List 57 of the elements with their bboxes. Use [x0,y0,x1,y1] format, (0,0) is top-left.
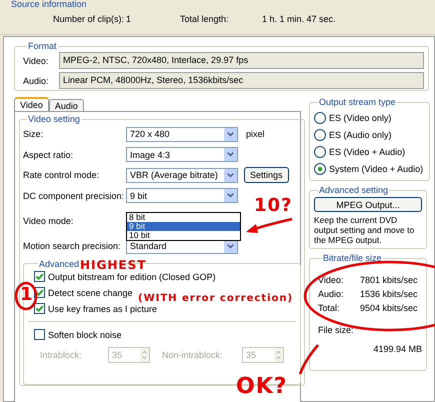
section-legend: Source information [11,0,87,9]
radio-label: ES (Video only) [329,112,392,122]
setting-label: Size: [23,129,44,140]
bitrate-label: Total: [318,303,341,315]
tab[interactable]: Audio [48,99,84,111]
checkbox-label: Use key frames as I picture [48,304,158,314]
setting-label: Video mode: [23,216,74,226]
section-legend: Video setting [27,114,81,124]
format-field: Linear PCM, 48000Hz, Stereo, 1536kbits/sec [59,72,424,89]
dropdown[interactable]: 9 bit [126,188,238,204]
bitrate-value: 9504 kbits/sec [360,303,418,315]
file-size-value: 4199.94 MB [372,344,422,354]
section-legend: Format [27,41,58,51]
spinner-label: Non-intrablock: [162,350,224,360]
dropdown-option[interactable]: 10 bit [127,231,240,240]
setting-label: Rate control mode: [23,170,100,180]
file-size-label: File size: [318,325,355,335]
section-legend: Output stream type [318,97,397,107]
setting-label: Aspect ratio: [23,150,74,160]
bitrate-label: Audio: [318,289,345,301]
length-label: Total length: [180,14,230,24]
format-field: MPEG-2, NTSC, 720x480, Interlace, 29.97 fps [59,52,424,69]
clips-value: 1 [126,14,132,24]
checkbox-label: Soften block noise [48,330,122,340]
bitrate-label: Video: [318,275,344,287]
dropdown[interactable]: Image 4:3 [126,147,238,162]
checkbox-label: Output bitstream for edition (Closed GOP) [48,272,216,282]
handwritten-note: (WITH error correction) [138,294,294,304]
format-label: Video: [23,56,50,66]
dropdown-option[interactable]: 9 bit [127,222,240,231]
handwritten-note: 10? [254,197,292,215]
unit-label: pixel [246,129,265,140]
spinner-label: Intrablock: [40,350,83,360]
handwritten-note: OK? [236,376,288,398]
radio-label: ES (Audio only) [329,130,392,140]
section-legend: Advanced [38,258,80,268]
bitrate-value: 1536 kbits/sec [360,289,418,301]
mpeg-output-button[interactable]: MPEG Output... [314,197,422,212]
description-text: Keep the current DVD output setting and move to the MPEG output. [314,215,416,245]
handwritten-note: 1 [20,286,34,304]
length-value: 1 h. 1 min. 47 sec. [262,14,336,24]
dropdown[interactable]: 720 x 480 [126,126,238,142]
bitrate-value: 7801 kbits/sec [360,275,418,287]
section-legend: Bitrate/file size [322,253,383,263]
radio-label: System (Video + Audio) [329,164,424,174]
clips-label: Number of clip(s): [53,14,126,24]
format-label: Audio: [23,76,50,86]
tab[interactable]: Video [14,97,49,111]
dropdown[interactable]: VBR (Average bitrate) [126,168,238,183]
setting-label: Motion search precision: [23,241,122,252]
settings-button[interactable]: Settings [244,167,289,184]
checkbox-label: Detect scene change [48,288,133,298]
setting-label: DC component precision: [23,190,126,201]
section-legend: Advanced setting [318,185,390,195]
handwritten-note: HIGHEST [80,259,146,271]
radio-label: ES (Video + Audio) [329,146,406,156]
dropdown-option[interactable]: 8 bit [127,213,240,222]
